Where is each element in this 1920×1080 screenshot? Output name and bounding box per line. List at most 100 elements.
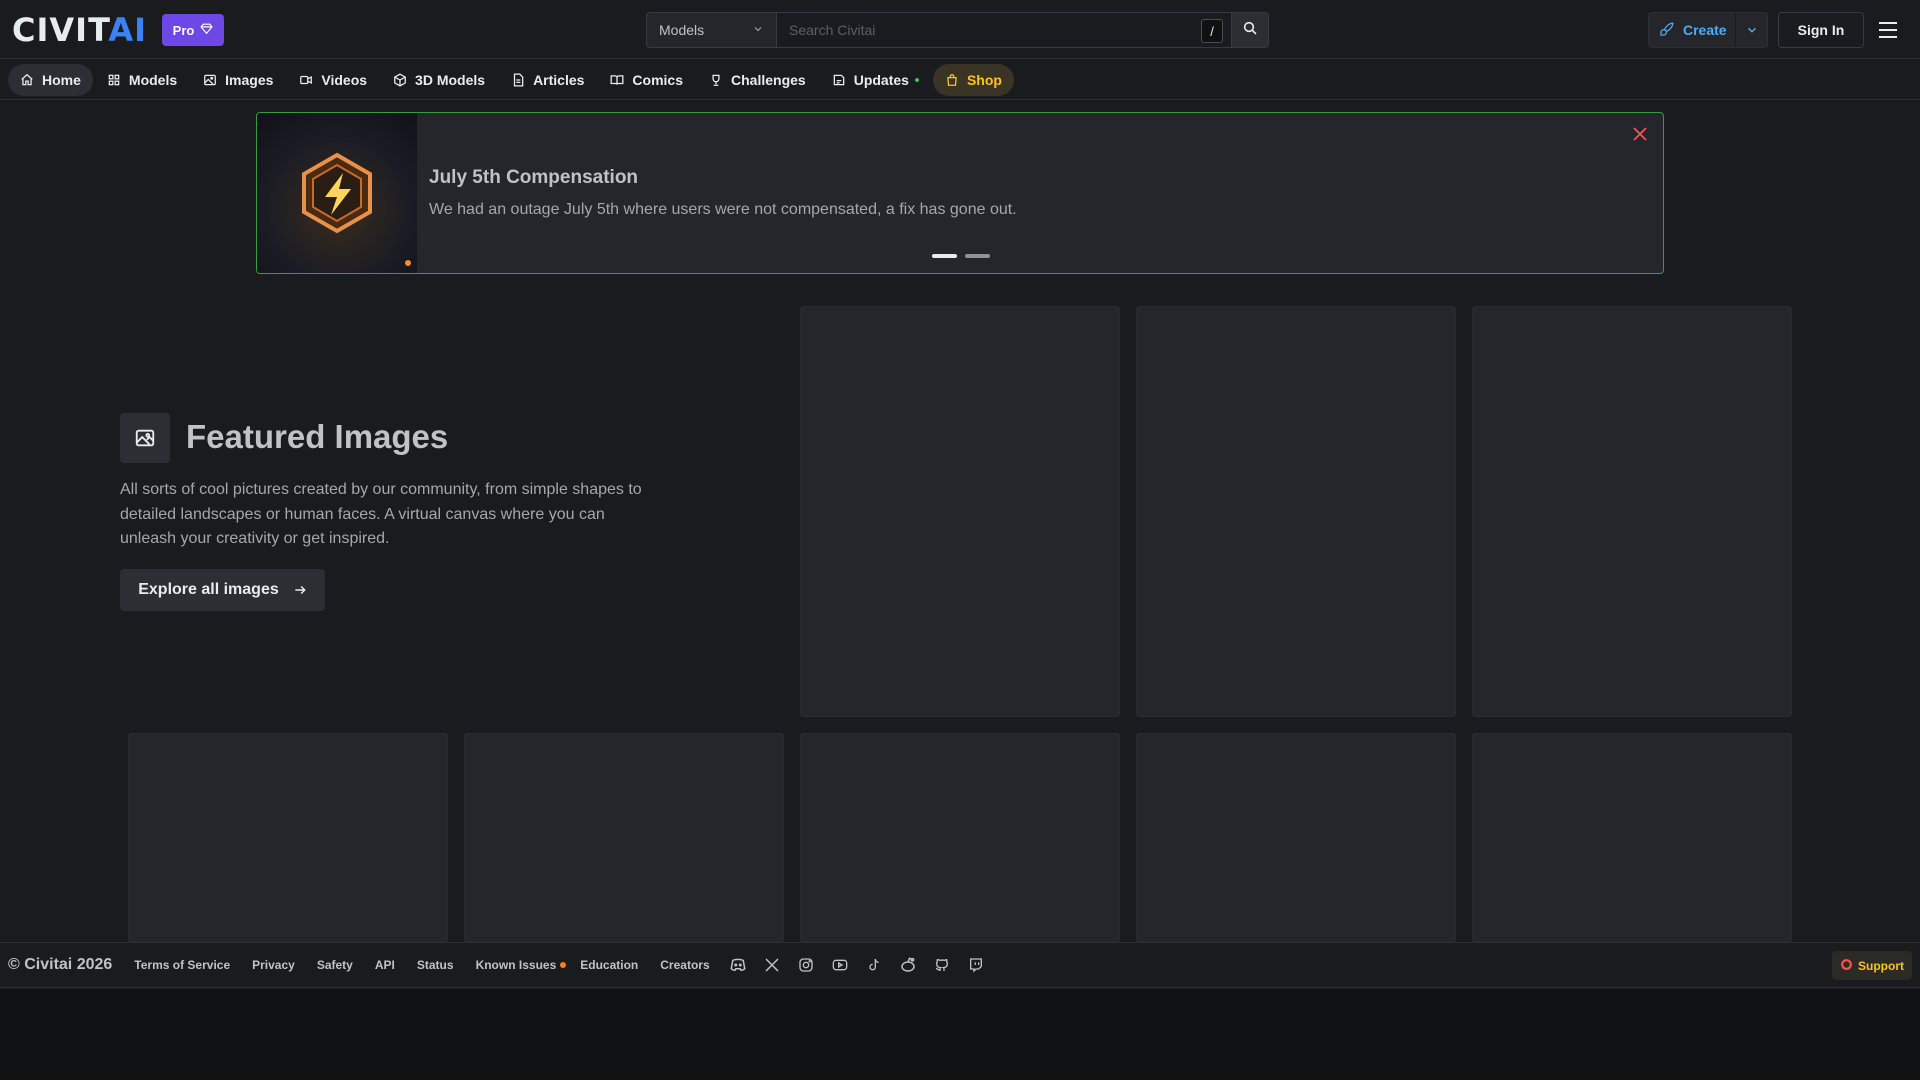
nav-item-challenges[interactable]: Challenges bbox=[697, 64, 818, 96]
hamburger-menu-icon[interactable] bbox=[1876, 18, 1900, 42]
status-dot bbox=[560, 962, 567, 968]
file-text-icon bbox=[513, 73, 524, 86]
nav-label: Comics bbox=[632, 71, 683, 88]
image-card[interactable] bbox=[800, 306, 1120, 717]
footer-link-status[interactable]: Status bbox=[417, 958, 454, 972]
nav-label: Models bbox=[128, 71, 178, 88]
nav-item-articles[interactable]: Articles bbox=[499, 64, 596, 96]
reddit-icon[interactable] bbox=[898, 955, 918, 975]
nav-item-home[interactable]: Home bbox=[8, 63, 93, 96]
search-bar: Models Search Civitai / bbox=[646, 12, 1269, 48]
carousel-dot-1[interactable] bbox=[932, 254, 957, 258]
chevron-down-icon bbox=[752, 22, 764, 38]
announcement-banner: July 5th Compensation We had an outage J… bbox=[256, 112, 1664, 274]
footer-link-known-issues[interactable]: Known Issues bbox=[476, 958, 567, 972]
nav-label: Articles bbox=[533, 71, 585, 88]
featured-title: Featured Images bbox=[186, 418, 449, 455]
home-icon bbox=[21, 73, 33, 85]
discord-icon[interactable] bbox=[728, 955, 748, 975]
instagram-icon[interactable] bbox=[796, 955, 816, 975]
nav-item-models[interactable]: Models bbox=[95, 64, 189, 96]
create-label: Create bbox=[1683, 22, 1727, 38]
nav-label: Videos bbox=[321, 71, 368, 88]
footer-link-safety[interactable]: Safety bbox=[317, 958, 353, 972]
search-scope-select[interactable]: Models bbox=[646, 12, 777, 48]
nav-label: Images bbox=[225, 71, 274, 88]
new-updates-dot bbox=[914, 77, 919, 82]
arrow-right-icon bbox=[295, 585, 306, 595]
pro-label: Pro bbox=[172, 22, 195, 38]
logo-text-ai: AI bbox=[108, 11, 148, 49]
create-menu-toggle[interactable] bbox=[1735, 13, 1767, 47]
twitch-icon[interactable] bbox=[966, 955, 986, 975]
photo-icon bbox=[204, 74, 217, 85]
nav-item-images[interactable]: Images bbox=[191, 64, 285, 96]
logo-text-civit: CIVIT bbox=[12, 11, 109, 49]
cube-icon bbox=[394, 72, 406, 87]
photo-icon bbox=[120, 413, 170, 463]
featured-description: All sorts of cool pictures created by ou… bbox=[120, 481, 642, 547]
search-scope-value: Models bbox=[659, 22, 705, 38]
banner-image bbox=[257, 113, 417, 273]
shopping-bag-icon bbox=[947, 73, 957, 86]
image-card[interactable] bbox=[1136, 306, 1456, 717]
video-icon bbox=[300, 75, 313, 84]
search-button[interactable] bbox=[1232, 12, 1269, 48]
footer-link-terms[interactable]: Terms of Service bbox=[134, 958, 230, 972]
footer-link-privacy[interactable]: Privacy bbox=[252, 958, 295, 972]
footer: © Civitai 2026 Terms of Service Privacy … bbox=[0, 942, 1920, 988]
image-card[interactable] bbox=[1136, 733, 1456, 943]
close-icon[interactable] bbox=[1631, 125, 1649, 143]
banner-title: July 5th Compensation bbox=[429, 167, 639, 188]
nav-item-videos[interactable]: Videos bbox=[287, 64, 379, 96]
search-input[interactable]: Search Civitai / bbox=[777, 12, 1232, 48]
banner-carousel-dots bbox=[932, 254, 990, 258]
pro-button[interactable]: Pro bbox=[162, 14, 224, 46]
nav-item-comics[interactable]: Comics bbox=[598, 64, 695, 96]
nav-label: Home bbox=[42, 71, 81, 88]
image-card[interactable] bbox=[800, 733, 1120, 943]
footer-link-creators[interactable]: Creators bbox=[660, 958, 709, 972]
image-card[interactable] bbox=[464, 733, 784, 943]
top-header: CIVITAI Pro Models Search Civitai / Crea… bbox=[0, 0, 1920, 59]
image-card[interactable] bbox=[1472, 306, 1792, 717]
sign-in-button[interactable]: Sign In bbox=[1778, 12, 1864, 48]
image-card[interactable] bbox=[128, 733, 448, 943]
nav-label: 3D Models bbox=[415, 71, 486, 88]
create-button[interactable]: Create bbox=[1648, 12, 1768, 48]
support-button[interactable]: Support bbox=[1832, 951, 1912, 980]
nav-item-3d-models[interactable]: 3D Models bbox=[381, 64, 497, 96]
updates-icon bbox=[833, 74, 845, 85]
carousel-dot-2[interactable] bbox=[965, 254, 990, 258]
search-icon bbox=[1242, 20, 1258, 41]
github-icon[interactable] bbox=[932, 955, 952, 975]
brush-icon bbox=[1659, 21, 1675, 40]
book-icon bbox=[610, 74, 624, 85]
trophy-icon bbox=[712, 74, 720, 86]
image-card[interactable] bbox=[1472, 733, 1792, 943]
footer-link-api[interactable]: API bbox=[375, 958, 395, 972]
page-bottom-area bbox=[0, 989, 1920, 1080]
known-issues-label: Known Issues bbox=[475, 958, 557, 972]
main-nav: Home Models Images Videos 3D Models Arti… bbox=[0, 60, 1920, 100]
footer-link-education[interactable]: Education bbox=[580, 958, 638, 972]
nav-label: Shop bbox=[966, 71, 1002, 88]
copyright-text: © Civitai 2026 bbox=[8, 956, 113, 973]
explore-all-images-button[interactable]: Explore all images bbox=[120, 569, 325, 611]
tiktok-icon[interactable] bbox=[864, 955, 884, 975]
nav-item-updates[interactable]: Updates bbox=[820, 64, 931, 96]
explore-label: Explore all images bbox=[138, 581, 279, 598]
grid-icon bbox=[108, 74, 120, 85]
search-shortcut-key: / bbox=[1201, 19, 1223, 43]
banner-text: We had an outage July 5th where users we… bbox=[429, 201, 1017, 218]
social-links bbox=[728, 955, 986, 975]
support-label: Support bbox=[1858, 958, 1904, 973]
youtube-icon[interactable] bbox=[830, 955, 850, 975]
chevron-down-icon bbox=[1747, 27, 1756, 33]
nav-label: Updates bbox=[853, 71, 909, 88]
nav-label: Challenges bbox=[731, 71, 806, 88]
x-icon[interactable] bbox=[762, 955, 782, 975]
diamond-icon bbox=[200, 22, 214, 38]
civitai-logo[interactable]: CIVITAI bbox=[12, 14, 152, 46]
nav-item-shop[interactable]: Shop bbox=[932, 63, 1014, 96]
